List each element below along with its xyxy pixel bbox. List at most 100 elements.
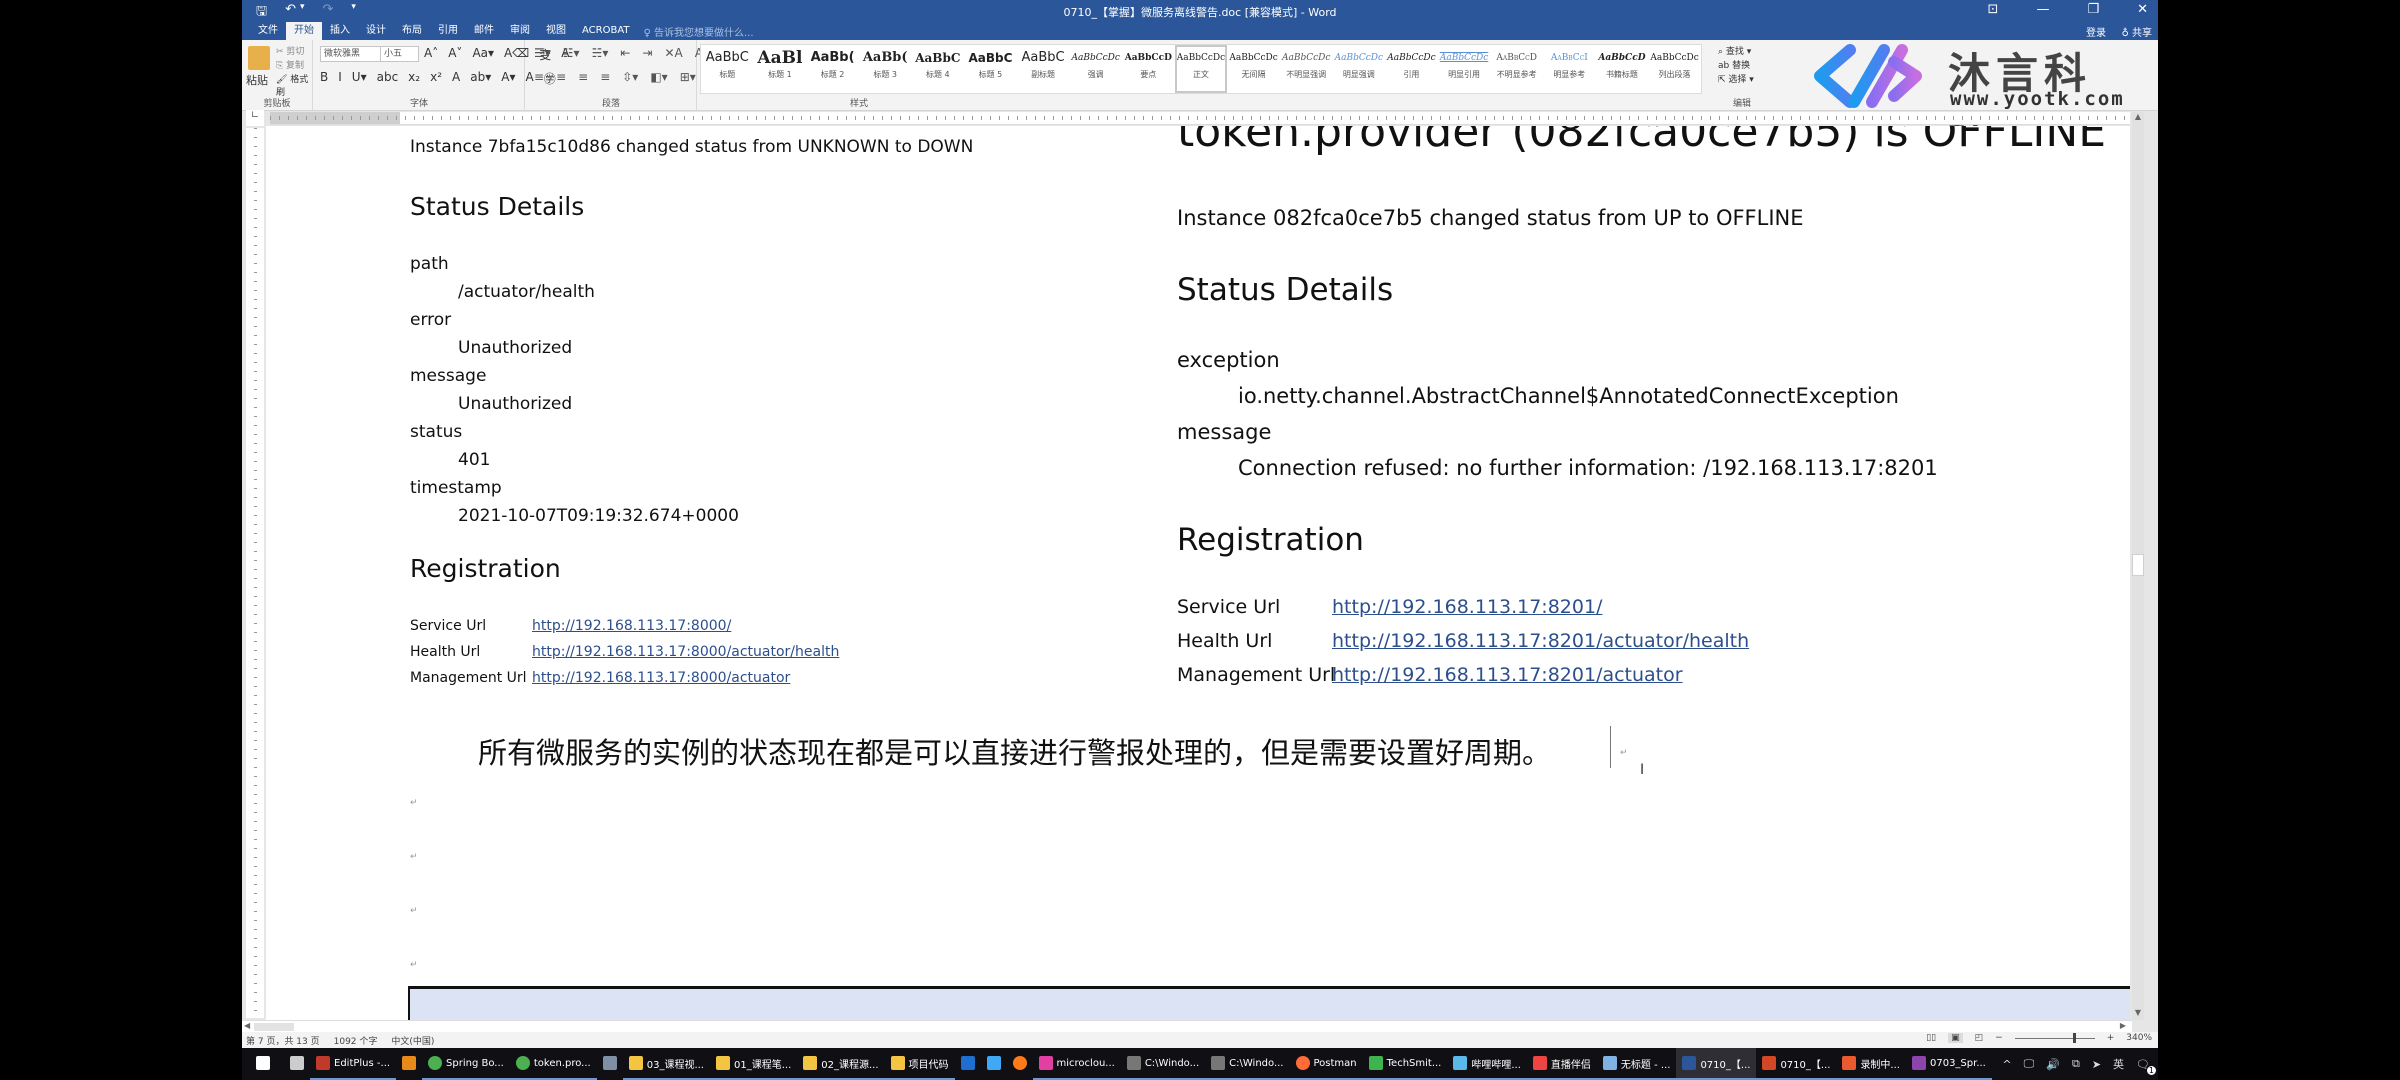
registration-link[interactable]: http://192.168.113.17:8000/actuator/heal… (532, 644, 839, 660)
tab-file[interactable]: 文件 (250, 22, 286, 40)
select-button[interactable]: ⇱ 选择 ▾ (1718, 72, 1754, 85)
paragraph-tool-button[interactable]: ✕A (664, 46, 682, 60)
paragraph-tool-button[interactable]: ☷▾ (563, 46, 580, 60)
font-format-button[interactable]: B (320, 70, 328, 87)
format-painter-button[interactable]: 🖌 格式刷 (276, 72, 312, 98)
font-format-button[interactable]: I (338, 70, 342, 87)
minimize-icon[interactable]: — (2036, 2, 2049, 17)
print-layout-icon[interactable]: ▣ (1948, 1033, 1963, 1043)
style-item[interactable]: AaBbC 副标题 (1017, 45, 1070, 93)
font-format-button[interactable]: ab▾ (470, 70, 491, 87)
tab-design[interactable]: 设计 (358, 22, 394, 40)
font-format-button[interactable]: x₂ (408, 70, 420, 87)
find-button[interactable]: ⌕ 查找 ▾ (1718, 44, 1751, 57)
network-icon[interactable]: 🖵 (2024, 1057, 2035, 1071)
taskbar-item[interactable]: Postman (1289, 1048, 1363, 1080)
taskbar-item[interactable]: 02_课程源... (797, 1048, 885, 1080)
tab-review[interactable]: 审阅 (502, 22, 538, 40)
sign-in-link[interactable]: 登录 (2086, 24, 2106, 39)
taskbar-item[interactable] (242, 1048, 284, 1080)
web-layout-icon[interactable]: ◰ (1975, 1033, 1984, 1043)
tab-view[interactable]: 视图 (538, 22, 574, 40)
taskbar-item[interactable]: 项目代码 (884, 1048, 955, 1080)
tab-insert[interactable]: 插入 (322, 22, 358, 40)
taskbar-item[interactable]: 0703_Spr... (1905, 1048, 1992, 1080)
taskbar-item[interactable]: 0710_【... (1756, 1048, 1837, 1080)
font-format-button[interactable]: x² (430, 70, 442, 87)
volume-icon[interactable]: 🔊 (2046, 1058, 2060, 1071)
registration-link[interactable]: http://192.168.113.17:8201/actuator/heal… (1332, 630, 1749, 652)
font-format-button[interactable]: U▾ (352, 70, 367, 87)
style-item[interactable]: AaBbC 标题 (701, 45, 754, 93)
font-tool-button[interactable]: A˅ (448, 46, 462, 63)
scroll-up-icon[interactable]: ▲ (2132, 112, 2144, 124)
taskbar-item[interactable]: C:\Windo... (1205, 1048, 1290, 1080)
zoom-slider[interactable] (2014, 1032, 2095, 1043)
paste-icon[interactable] (248, 46, 270, 70)
tab-acrobat[interactable]: ACROBAT (574, 22, 638, 40)
task-switch-icon[interactable]: ⧉ (2072, 1057, 2080, 1071)
taskbar-item[interactable]: token.pro... (509, 1048, 597, 1080)
style-item[interactable]: AaBbCcDc 明显强调 (1333, 45, 1386, 93)
share-button[interactable]: ♁ 共享 (2121, 24, 2152, 39)
vertical-scrollbar[interactable]: ▲ ▼ (2132, 112, 2144, 1020)
scroll-left-icon[interactable]: ◀ (244, 1021, 250, 1030)
taskbar-item[interactable]: 录制中... (1836, 1048, 1906, 1080)
style-item[interactable]: AaBbC 标题 5 (964, 45, 1017, 93)
taskbar-item[interactable] (981, 1048, 1007, 1080)
paragraph-align-button[interactable]: ≡ (556, 70, 566, 84)
style-item[interactable]: AaBbCcDc 引用 (1385, 45, 1438, 93)
style-item[interactable]: AaBbCcD 不明显参考 (1490, 45, 1543, 93)
tray-overflow-icon[interactable]: ^ (2002, 1058, 2011, 1071)
style-item[interactable]: AaBbCcDc 正文 (1174, 45, 1228, 93)
style-item[interactable]: AaBb(标题 3 (859, 45, 912, 93)
taskbar-item[interactable]: Spring Bo... (422, 1048, 510, 1080)
language-indicator[interactable]: 中文(中国) (391, 1034, 434, 1047)
style-item[interactable]: AaBbCcDc 列出段落 (1648, 45, 1701, 93)
taskbar-item[interactable]: EditPlus -... (310, 1048, 397, 1080)
font-format-button[interactable]: A▾ (501, 70, 515, 87)
page-count[interactable]: 第 7 页，共 13 页 (246, 1034, 320, 1047)
paragraph-tool-button[interactable]: ⇥ (642, 46, 652, 60)
restore-icon[interactable]: ❐ (2087, 2, 2099, 17)
style-item[interactable]: AaBbCcDc 明显引用 (1438, 45, 1491, 93)
tab-home[interactable]: 开始 (286, 22, 322, 40)
taskbar-item[interactable] (955, 1048, 981, 1080)
paragraph-align-button[interactable]: ≡ (600, 70, 610, 84)
scroll-right-icon[interactable]: ▶ (2120, 1021, 2126, 1030)
font-tool-button[interactable]: Aa▾ (472, 46, 494, 63)
table-header-row[interactable] (408, 986, 2130, 1020)
style-item[interactable]: AaBbCcD 书籍标题 (1596, 45, 1649, 93)
style-item[interactable]: AaBbCcDc 不明显强调 (1280, 45, 1333, 93)
tell-me-search[interactable]: ♀ 告诉我您想要做什么... (638, 22, 760, 41)
zoom-slider-thumb[interactable] (2072, 1032, 2076, 1043)
taskbar-item[interactable]: TechSmit... (1362, 1048, 1448, 1080)
read-mode-icon[interactable]: ▯▯ (1926, 1033, 1936, 1043)
document-area[interactable]: Instance 7bfa15c10d86 changed status fro… (266, 126, 2130, 1020)
registration-link[interactable]: http://192.168.113.17:8000/actuator (532, 670, 790, 686)
tab-layout[interactable]: 布局 (394, 22, 430, 40)
tab-stop-selector[interactable]: ∟ (246, 110, 264, 126)
registration-link[interactable]: http://192.168.113.17:8201/actuator (1332, 664, 1683, 686)
scroll-down-icon[interactable]: ▼ (2132, 1008, 2144, 1020)
font-tool-button[interactable]: A˄ (424, 46, 438, 63)
paragraph-tool-button[interactable]: ☵▾ (592, 46, 609, 60)
font-format-button[interactable]: abc (377, 70, 399, 87)
vertical-ruler[interactable] (246, 128, 264, 1018)
paragraph-tool-button[interactable]: ⇤ (620, 46, 630, 60)
taskbar-item[interactable]: 哔哩哔哩... (1447, 1048, 1527, 1080)
ribbon-display-options-icon[interactable]: ⊡ (1988, 2, 1999, 17)
taskbar-item[interactable] (597, 1048, 623, 1080)
paragraph-align-button[interactable]: ⊞▾ (680, 70, 696, 84)
paragraph-align-button[interactable]: ⇳▾ (622, 70, 638, 84)
vertical-scroll-thumb[interactable] (2132, 554, 2144, 576)
font-format-button[interactable]: A (452, 70, 460, 87)
document-page[interactable]: Instance 7bfa15c10d86 changed status fro… (266, 126, 2130, 1020)
taskbar-item[interactable]: microclou... (1032, 1048, 1121, 1080)
notifications-icon[interactable]: 🗨 1 (2136, 1058, 2156, 1075)
send-icon[interactable]: ➤ (2092, 1058, 2101, 1071)
taskbar-item[interactable]: 03_课程视... (622, 1048, 710, 1080)
style-item[interactable]: AaBbCcDc 无间隔 (1227, 45, 1280, 93)
paste-button[interactable]: 粘贴 (246, 72, 268, 88)
taskbar-item[interactable]: 直播伴侣 (1526, 1048, 1597, 1080)
